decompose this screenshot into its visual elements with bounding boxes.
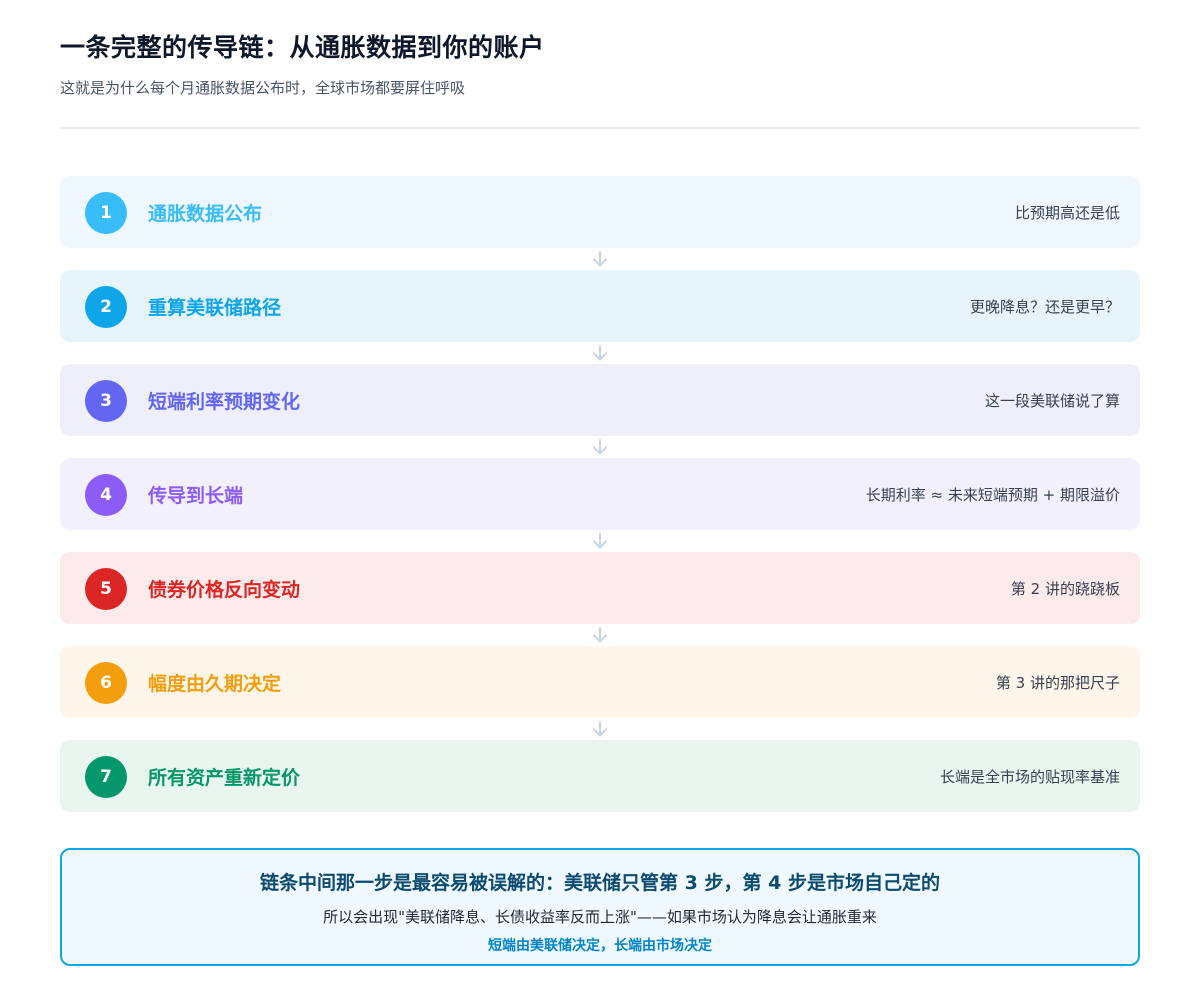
step-row: 3 短端利率预期变化 这一段美联储说了算	[60, 364, 1140, 436]
callout-footer: 短端由美联储决定，长端由市场决定	[488, 938, 712, 954]
step-number-badge: 4	[85, 474, 127, 516]
step-note: 长端是全市场的贴现率基准	[939, 767, 1120, 786]
step-chain: 1 通胀数据公布 比预期高还是低 2 重算美联储路径 更晚降息？还是更早？ 3 短端利率预期变…	[60, 176, 1140, 812]
step-row: 7 所有资产重新定价 长端是全市场的贴现率基准	[60, 740, 1140, 812]
arrow-down-icon	[60, 436, 1140, 458]
step-title: 所有资产重新定价	[148, 766, 301, 789]
page-subtitle: 这就是为什么每个月通胀数据公布时，全球市场都要屏住呼吸	[60, 79, 466, 97]
step-note: 这一段美联储说了算	[984, 391, 1120, 410]
page-title: 一条完整的传导链：从通胀数据到你的账户	[60, 33, 545, 62]
step-row: 5 债券价格反向变动 第 2 讲的跷跷板	[60, 552, 1140, 624]
step-note: 长期利率 ≈ 未来短端预期 + 期限溢价	[865, 485, 1120, 504]
page: 一条完整的传导链：从通胀数据到你的账户 这就是为什么每个月通胀数据公布时，全球市…	[0, 0, 1200, 984]
step-title: 传导到长端	[148, 484, 244, 507]
arrow-down-icon	[60, 718, 1140, 740]
callout-headline: 链条中间那一步是最容易被误解的：美联储只管第 3 步，第 4 步是市场自己定的	[260, 872, 940, 894]
step-note: 更晚降息？还是更早？	[969, 297, 1120, 316]
step-note: 第 2 讲的跷跷板	[1010, 579, 1120, 598]
step-title: 重算美联储路径	[148, 296, 282, 319]
step-row: 2 重算美联储路径 更晚降息？还是更早？	[60, 270, 1140, 342]
step-number-badge: 5	[85, 568, 127, 610]
callout-box: 链条中间那一步是最容易被误解的：美联储只管第 3 步，第 4 步是市场自己定的 …	[60, 848, 1140, 966]
step-note: 比预期高还是低	[1014, 203, 1120, 222]
arrow-down-icon	[60, 342, 1140, 364]
step-title: 通胀数据公布	[148, 202, 263, 225]
step-row: 4 传导到长端 长期利率 ≈ 未来短端预期 + 期限溢价	[60, 458, 1140, 530]
arrow-down-icon	[60, 530, 1140, 552]
step-row: 6 幅度由久期决定 第 3 讲的那把尺子	[60, 646, 1140, 718]
step-title: 幅度由久期决定	[148, 672, 282, 695]
arrow-down-icon	[60, 248, 1140, 270]
step-note: 第 3 讲的那把尺子	[995, 673, 1120, 692]
step-row: 1 通胀数据公布 比预期高还是低	[60, 176, 1140, 248]
step-number-badge: 2	[85, 286, 127, 328]
callout-body: 所以会出现"美联储降息、长债收益率反而上涨"——如果市场认为降息会让通胀重来	[323, 908, 877, 926]
step-number-badge: 1	[85, 192, 127, 234]
arrow-down-icon	[60, 624, 1140, 646]
step-title: 短端利率预期变化	[148, 390, 301, 413]
divider	[60, 127, 1140, 129]
step-number-badge: 7	[85, 756, 127, 798]
step-number-badge: 6	[85, 662, 127, 704]
step-number-badge: 3	[85, 380, 127, 422]
step-title: 债券价格反向变动	[148, 578, 301, 601]
